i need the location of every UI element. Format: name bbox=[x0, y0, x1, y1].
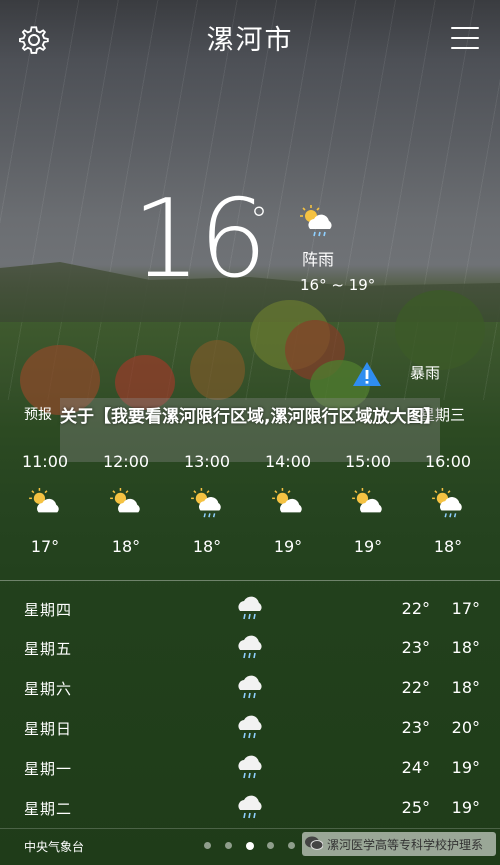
degree-symbol: ° bbox=[250, 200, 268, 241]
tree bbox=[190, 340, 245, 400]
daily-low-temp: 19° bbox=[451, 798, 480, 817]
daily-low-temp: 17° bbox=[451, 599, 480, 618]
daily-low-temp: 18° bbox=[451, 678, 480, 697]
hourly-temp: 18° bbox=[433, 537, 463, 556]
watermark-text: 漯河医学高等专科学校护理系 bbox=[327, 838, 484, 852]
sun-cloud-rain-icon bbox=[432, 488, 466, 524]
daily-low-temp: 20° bbox=[451, 718, 480, 737]
warning-triangle-icon bbox=[353, 362, 381, 386]
daily-day-name: 星期四 bbox=[24, 601, 73, 619]
daily-high-temp: 23° bbox=[401, 638, 430, 657]
daily-low-temp: 19° bbox=[451, 758, 480, 777]
hourly-item: 13:00 18° bbox=[167, 452, 247, 562]
daily-day-name: 星期二 bbox=[24, 800, 73, 818]
partly-cloudy-icon bbox=[110, 488, 144, 519]
daily-low-temp: 18° bbox=[451, 638, 480, 657]
daily-row[interactable]: 星期日 23° 20° bbox=[0, 710, 500, 750]
current-temp-range: 16° ~ 19° bbox=[300, 276, 376, 294]
tree bbox=[395, 290, 485, 370]
hourly-time: 15:00 bbox=[344, 452, 392, 471]
wechat-icon bbox=[305, 836, 324, 855]
page-dot-active[interactable] bbox=[246, 841, 254, 850]
hourly-temp: 19° bbox=[353, 537, 383, 556]
daily-row[interactable]: 星期六 22° 18° bbox=[0, 670, 500, 710]
sun-cloud-rain-icon bbox=[300, 205, 336, 243]
rain-cloud-icon bbox=[234, 790, 266, 826]
daily-day-name: 星期五 bbox=[24, 640, 73, 658]
rain-cloud-icon bbox=[234, 591, 266, 627]
daily-row[interactable]: 星期五 23° 18° bbox=[0, 630, 500, 670]
sun-cloud-rain-icon bbox=[191, 488, 225, 524]
current-temperature: 16 bbox=[132, 177, 267, 302]
alert-label[interactable]: 暴雨 bbox=[410, 362, 440, 383]
hourly-item: 12:00 18° bbox=[86, 452, 166, 562]
daily-day-name: 星期六 bbox=[24, 680, 73, 698]
rain-cloud-icon bbox=[234, 630, 266, 666]
hourly-temp: 18° bbox=[111, 537, 141, 556]
page-dot[interactable] bbox=[225, 842, 232, 849]
divider bbox=[0, 580, 500, 581]
hourly-item: 14:00 19° bbox=[248, 452, 328, 562]
hourly-time: 11:00 bbox=[21, 452, 69, 471]
hourly-item: 15:00 19° bbox=[328, 452, 408, 562]
daily-high-temp: 25° bbox=[401, 798, 430, 817]
hourly-temp: 18° bbox=[192, 537, 222, 556]
hourly-time: 14:00 bbox=[264, 452, 312, 471]
daily-high-temp: 23° bbox=[401, 718, 430, 737]
daily-day-name: 星期日 bbox=[24, 720, 73, 738]
daily-row[interactable]: 星期四 22° 17° bbox=[0, 591, 500, 631]
page-dot[interactable] bbox=[288, 842, 295, 849]
menu-bar bbox=[451, 47, 479, 49]
menu-button[interactable] bbox=[451, 27, 479, 51]
data-source: 中央气象台 bbox=[24, 840, 85, 854]
partly-cloudy-icon bbox=[352, 488, 386, 519]
city-title[interactable]: 漯河市 bbox=[0, 18, 500, 57]
page-indicator[interactable] bbox=[204, 841, 304, 852]
hourly-forecast[interactable]: 11:00 17° 12:00 18° 13:00 18° 14:00 19° 15:0… bbox=[0, 452, 500, 562]
hourly-time: 12:00 bbox=[102, 452, 150, 471]
daily-high-temp: 22° bbox=[401, 599, 430, 618]
page-dot[interactable] bbox=[204, 842, 211, 849]
hamburger-menu-icon bbox=[451, 27, 479, 29]
forecast-label: 预报 bbox=[24, 407, 52, 423]
hourly-temp: 17° bbox=[30, 537, 60, 556]
hourly-item: 16:00 18° bbox=[408, 452, 488, 562]
daily-high-temp: 22° bbox=[401, 678, 430, 697]
rain-cloud-icon bbox=[234, 750, 266, 786]
page-dot[interactable] bbox=[267, 842, 274, 849]
hourly-temp: 19° bbox=[273, 537, 303, 556]
daily-row[interactable]: 星期一 24° 19° bbox=[0, 750, 500, 790]
partly-cloudy-icon bbox=[272, 488, 306, 519]
daily-high-temp: 24° bbox=[401, 758, 430, 777]
hourly-item: 11:00 17° bbox=[5, 452, 85, 562]
partly-cloudy-icon bbox=[29, 488, 63, 519]
rain-cloud-icon bbox=[234, 670, 266, 706]
menu-bar bbox=[451, 37, 479, 39]
current-condition: 阵雨 bbox=[302, 250, 335, 269]
hourly-time: 13:00 bbox=[183, 452, 231, 471]
hourly-time: 16:00 bbox=[424, 452, 472, 471]
alert-button[interactable] bbox=[352, 361, 382, 391]
rain-cloud-icon bbox=[234, 710, 266, 746]
overlay-title: 关于【我要看漯河限行区域,漯河限行区域放大图】 bbox=[60, 407, 441, 427]
daily-day-name: 星期一 bbox=[24, 760, 73, 778]
footer-divider bbox=[0, 828, 500, 829]
daily-row[interactable]: 星期二 25° 19° bbox=[0, 790, 500, 830]
